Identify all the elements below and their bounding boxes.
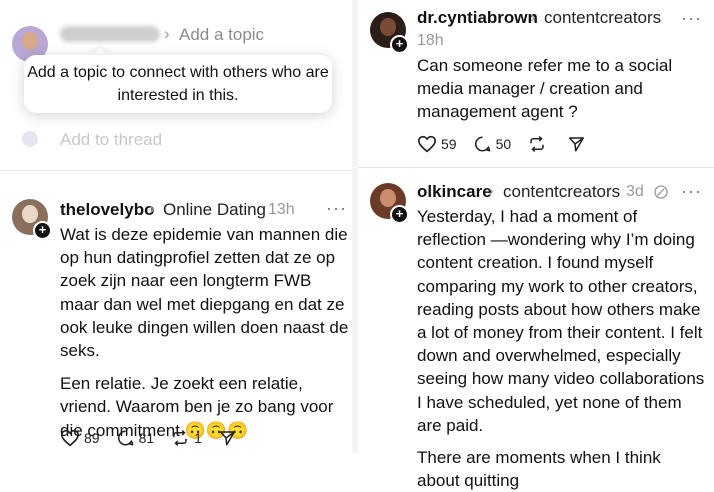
post-username[interactable]: thelovelybo (60, 200, 154, 220)
post-paragraph: Can someone refer me to a social media m… (417, 56, 673, 122)
follow-plus-icon[interactable]: + (33, 221, 52, 240)
post-time: 13h (268, 201, 295, 218)
comment-icon (117, 430, 133, 446)
more-options-icon[interactable]: ··· (681, 8, 702, 29)
follow-plus-icon[interactable]: + (390, 205, 409, 224)
post-body: Can someone refer me to a social media m… (417, 54, 697, 124)
like-count: 89 (84, 430, 100, 446)
send-icon (569, 137, 585, 152)
post-username[interactable]: olkincare (417, 182, 492, 202)
chevron-right-icon: › (164, 24, 170, 43)
more-options-icon[interactable]: ··· (326, 198, 347, 219)
post-paragraph: Wat is deze epidemie van mannen die op h… (60, 225, 349, 361)
composer-username-blurred (60, 26, 160, 42)
repost-icon (173, 429, 187, 447)
share-button[interactable] (567, 135, 590, 153)
post-topic[interactable]: Online Dating (163, 200, 266, 220)
post-username[interactable]: dr.cyntiabrown (417, 8, 538, 28)
post-time: 3d (626, 183, 644, 200)
post-body: Wat is deze epidemie van mannen die op h… (60, 223, 352, 442)
chevron-right-icon: › (488, 181, 494, 200)
reply-count: 81 (138, 430, 155, 446)
reply-count: 50 (495, 136, 512, 152)
heart-icon (60, 429, 80, 447)
post-paragraph: Yesterday, I had a moment of reflection … (417, 207, 705, 435)
post-topic[interactable]: contentcreators (544, 8, 661, 28)
divider (0, 170, 352, 171)
post-time: 18h (417, 32, 444, 49)
comment-icon (474, 136, 490, 152)
chevron-right-icon: › (149, 199, 155, 218)
reply-button[interactable]: 81 (116, 429, 155, 447)
like-button[interactable]: 89 (60, 429, 100, 447)
post-topic[interactable]: contentcreators (503, 182, 620, 202)
post-actions: 89 81 1 (60, 429, 257, 447)
add-topic-button[interactable]: Add a topic (179, 25, 264, 45)
repost-button[interactable] (527, 135, 551, 153)
add-topic-tooltip: Add a topic to connect with others who a… (24, 55, 332, 113)
post-actions: 59 50 (417, 135, 606, 153)
like-count: 59 (441, 136, 457, 152)
divider (358, 167, 714, 168)
thread-avatar-small (22, 131, 38, 147)
repost-button[interactable]: 1 (170, 429, 202, 447)
chevron-right-icon: › (530, 7, 536, 26)
verified-badge-icon (653, 184, 669, 205)
tooltip-text: Add a topic to connect with others who a… (27, 64, 329, 104)
repost-icon (530, 135, 544, 153)
share-button[interactable] (218, 429, 241, 447)
repost-count: 1 (194, 430, 202, 446)
right-column: + dr.cyntiabrown › contentcreators ··· 1… (358, 0, 714, 490)
heart-icon (417, 135, 437, 153)
add-to-thread-button[interactable]: Add to thread (60, 130, 162, 150)
send-icon (219, 431, 235, 446)
follow-plus-icon[interactable]: + (390, 35, 409, 54)
left-column: › Add a topic Add a topic to connect wit… (0, 0, 352, 453)
post-body: Yesterday, I had a moment of reflection … (417, 205, 707, 492)
like-button[interactable]: 59 (417, 135, 457, 153)
more-options-icon[interactable]: ··· (681, 181, 702, 202)
reply-button[interactable]: 50 (473, 135, 512, 153)
